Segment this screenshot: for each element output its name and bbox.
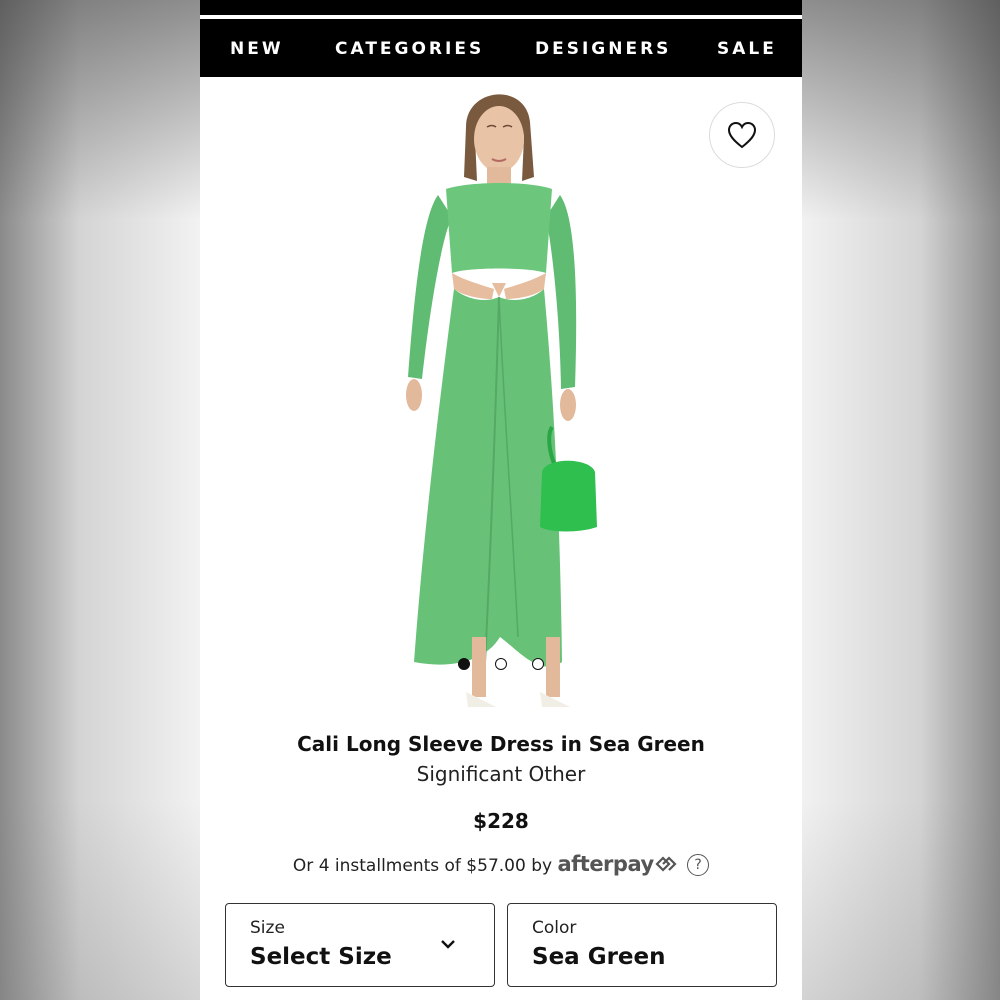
size-label: Size	[250, 918, 285, 938]
main-nav: NEW CATEGORIES DESIGNERS SALE	[200, 19, 802, 77]
product-image[interactable]	[200, 77, 802, 720]
product-brand[interactable]: Significant Other	[200, 762, 802, 786]
status-bar	[200, 0, 802, 15]
pagination-dot[interactable]	[458, 658, 470, 670]
afterpay-installments: Or 4 installments of $57.00 by afterpay …	[200, 852, 802, 876]
afterpay-arrows-icon	[655, 856, 677, 872]
afterpay-logo: afterpay	[557, 852, 654, 876]
color-value: Sea Green	[532, 944, 666, 970]
product-price: $228	[473, 809, 529, 833]
nav-item-new[interactable]: NEW	[230, 39, 284, 59]
product-photo	[406, 94, 597, 707]
size-value: Select Size	[250, 944, 392, 970]
image-pagination	[456, 658, 546, 672]
installments-text: Or 4 installments of $57.00 by	[292, 856, 553, 876]
chevron-down-icon	[441, 940, 455, 949]
heart-icon	[727, 121, 757, 149]
pagination-dot[interactable]	[495, 658, 507, 670]
question-circle-icon[interactable]: ?	[687, 854, 710, 876]
mobile-page: NEW CATEGORIES DESIGNERS SALE Cali Long …	[200, 0, 802, 1000]
product-title: Cali Long Sleeve Dress in Sea Green	[297, 732, 705, 756]
color-select[interactable]: Color Sea Green	[507, 903, 777, 987]
nav-item-categories[interactable]: CATEGORIES	[335, 39, 484, 59]
favorite-button[interactable]	[709, 102, 775, 168]
nav-item-sale[interactable]: SALE	[717, 39, 777, 59]
nav-item-designers[interactable]: DESIGNERS	[535, 39, 671, 59]
pagination-dot[interactable]	[532, 658, 544, 670]
color-label: Color	[532, 918, 577, 938]
size-select[interactable]: Size Select Size	[225, 903, 495, 987]
